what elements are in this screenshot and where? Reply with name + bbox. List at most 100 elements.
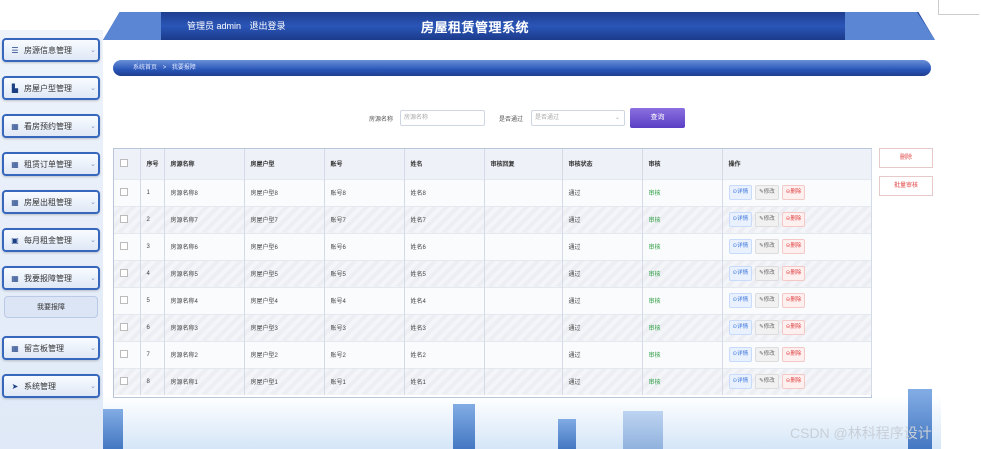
sidebar-item-label: 房屋出租管理 [24,197,72,207]
sidebar-item-viewing-appointments[interactable]: ▦ 看房预约管理 ⌄ [2,114,100,138]
detail-button[interactable]: ⊙详情 [728,212,753,227]
audit-link[interactable]: 审核 [642,205,723,233]
cell-account: 账号1 [324,367,405,395]
audit-link[interactable]: 审核 [642,367,723,395]
cell-house-type: 房屋户型1 [244,367,325,395]
row-delete-button[interactable]: ⊝删除 [781,320,806,335]
cell-listing-name: 房源名称3 [164,313,245,341]
edit-button[interactable]: ✎修改 [755,212,779,227]
cell-listing-name: 房源名称1 [164,367,245,395]
row-checkbox[interactable] [114,286,141,314]
select-all-checkbox[interactable] [114,149,141,179]
cell-name: 姓名1 [404,367,485,395]
sidebar: ☰ 房源信息管理 ⌄ ▙ 房屋户型管理 ⌄ ▦ 看房预约管理 ⌄ ▦ 租赁订单管… [0,30,103,449]
send-icon: ➤ [11,381,19,391]
audit-link[interactable]: 审核 [642,259,723,287]
sidebar-item-monthly-rent[interactable]: ▣ 每月租金管理 ⌄ [2,228,100,252]
search-name-input[interactable]: 房源名称 [400,110,485,126]
sidebar-item-house-types[interactable]: ▙ 房屋户型管理 ⌄ [2,76,100,100]
cell-account: 账号3 [324,313,405,341]
edit-button[interactable]: ✎修改 [755,347,779,362]
col-header-audit[interactable]: 审核 [642,149,723,179]
breadcrumb-home[interactable]: 系统首页 [133,65,157,71]
detail-button[interactable]: ⊙详情 [728,374,753,390]
delete-button[interactable]: 删除 [879,148,933,168]
row-checkbox[interactable] [114,259,141,287]
cell-house-type: 房屋户型3 [244,313,325,341]
detail-button[interactable]: ⊙详情 [728,320,753,335]
edit-button[interactable]: ✎修改 [755,293,779,308]
cell-audit-reply [484,340,563,368]
row-checkbox[interactable] [114,178,141,206]
row-checkbox[interactable] [114,340,141,368]
building-shape [623,411,663,449]
audit-link[interactable]: 审核 [642,232,723,260]
user-info: 管理员 admin 退出登录 [187,19,292,32]
col-header-house-type[interactable]: 房屋户型 [244,149,325,179]
sidebar-item-rental-orders[interactable]: ▦ 租赁订单管理 ⌄ [2,152,100,176]
edit-button[interactable]: ✎修改 [755,266,779,281]
sidebar-item-message-board[interactable]: ▦ 留言板管理 ⌄ [2,336,100,360]
audit-link[interactable]: 审核 [642,340,723,368]
sidebar-item-system[interactable]: ➤ 系统管理 ⌄ [2,374,100,398]
row-delete-button[interactable]: ⊝删除 [781,293,806,308]
sidebar-item-house-rentals[interactable]: ▦ 房屋出租管理 ⌄ [2,190,100,214]
cell-listing-name: 房源名称5 [164,259,245,287]
cell-name: 姓名8 [404,178,485,206]
audit-link[interactable]: 审核 [642,313,723,341]
edit-button[interactable]: ✎修改 [755,374,779,390]
search-pass-select[interactable]: 是否通过 ⌄ [531,110,625,126]
cell-house-type: 房屋户型8 [244,178,325,206]
detail-button[interactable]: ⊙详情 [728,239,753,254]
audit-link[interactable]: 审核 [642,178,723,206]
cell-audit-status: 通过 [562,367,643,395]
cell-actions: ⊙详情 ✎修改 ⊝删除 [722,313,872,341]
detail-button[interactable]: ⊙详情 [728,293,753,308]
col-header-name[interactable]: 姓名 [404,149,485,179]
col-header-account[interactable]: 账号 [324,149,405,179]
row-checkbox[interactable] [114,205,141,233]
edit-button[interactable]: ✎修改 [755,239,779,254]
watermark: CSDN @林科程序设计 [790,425,932,441]
cell-house-type: 房屋户型4 [244,286,325,314]
cell-actions: ⊙详情 ✎修改 ⊝删除 [722,259,872,287]
edit-button[interactable]: ✎修改 [755,185,779,200]
row-delete-button[interactable]: ⊝删除 [781,239,806,254]
row-delete-button[interactable]: ⊝删除 [781,374,806,390]
detail-button[interactable]: ⊙详情 [728,266,753,281]
row-checkbox[interactable] [114,367,141,395]
row-checkbox[interactable] [114,232,141,260]
sidebar-item-label: 每月租金管理 [24,235,72,245]
sidebar-item-listings[interactable]: ☰ 房源信息管理 ⌄ [2,38,100,62]
sidebar-item-label: 看房预约管理 [24,121,72,131]
sidebar-subitem-fault-report[interactable]: 我要报障 [4,296,98,318]
row-delete-button[interactable]: ⊝删除 [781,212,806,227]
cell-name: 姓名7 [404,205,485,233]
cell-account: 账号6 [324,232,405,260]
grid-icon: ▦ [11,159,19,169]
grid-icon: ▦ [11,273,19,283]
row-delete-button[interactable]: ⊝删除 [781,266,806,281]
cell-name: 姓名6 [404,232,485,260]
col-header-no[interactable]: 序号 [140,149,165,179]
audit-link[interactable]: 审核 [642,286,723,314]
row-delete-button[interactable]: ⊝删除 [781,347,806,362]
data-table: 序号 房源名称 房屋户型 账号 姓名 审核回复 审核状态 审核 操作 1 房源名称… [113,148,872,398]
detail-button[interactable]: ⊙详情 [728,185,753,200]
table-row: 6 房源名称3 房屋户型3 账号3 姓名3 通过 审核 ⊙详情 ✎修改 ⊝删除 [114,313,872,341]
sidebar-item-fault-report[interactable]: ▦ 我要报障管理 ⌄ [2,266,100,290]
search-button[interactable]: 查询 [630,108,685,128]
col-header-listing-name[interactable]: 房源名称 [164,149,245,179]
batch-audit-button[interactable]: 批量审核 [879,176,933,196]
edit-button[interactable]: ✎修改 [755,320,779,335]
col-header-audit-reply[interactable]: 审核回复 [484,149,563,179]
sidebar-item-label: 房屋户型管理 [24,83,72,93]
cell-audit-reply [484,313,563,341]
cell-no: 7 [140,340,165,368]
col-header-audit-status[interactable]: 审核状态 [562,149,643,179]
row-delete-button[interactable]: ⊝删除 [781,185,806,200]
table-header-row: 序号 房源名称 房屋户型 账号 姓名 审核回复 审核状态 审核 操作 [114,149,872,179]
row-checkbox[interactable] [114,313,141,341]
logout-link[interactable]: 退出登录 [250,21,286,31]
detail-button[interactable]: ⊙详情 [728,347,753,362]
